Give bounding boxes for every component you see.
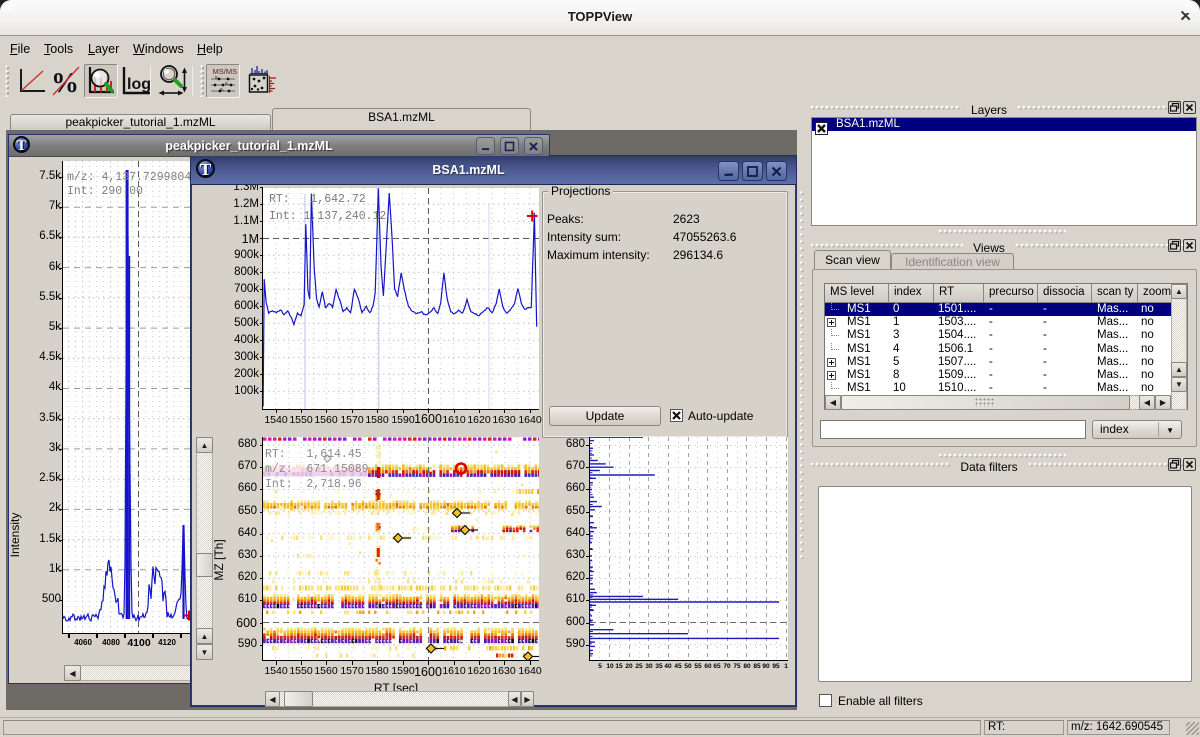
svg-text:MS/MS: MS/MS [213, 67, 238, 76]
svg-text:log: log [127, 76, 151, 93]
